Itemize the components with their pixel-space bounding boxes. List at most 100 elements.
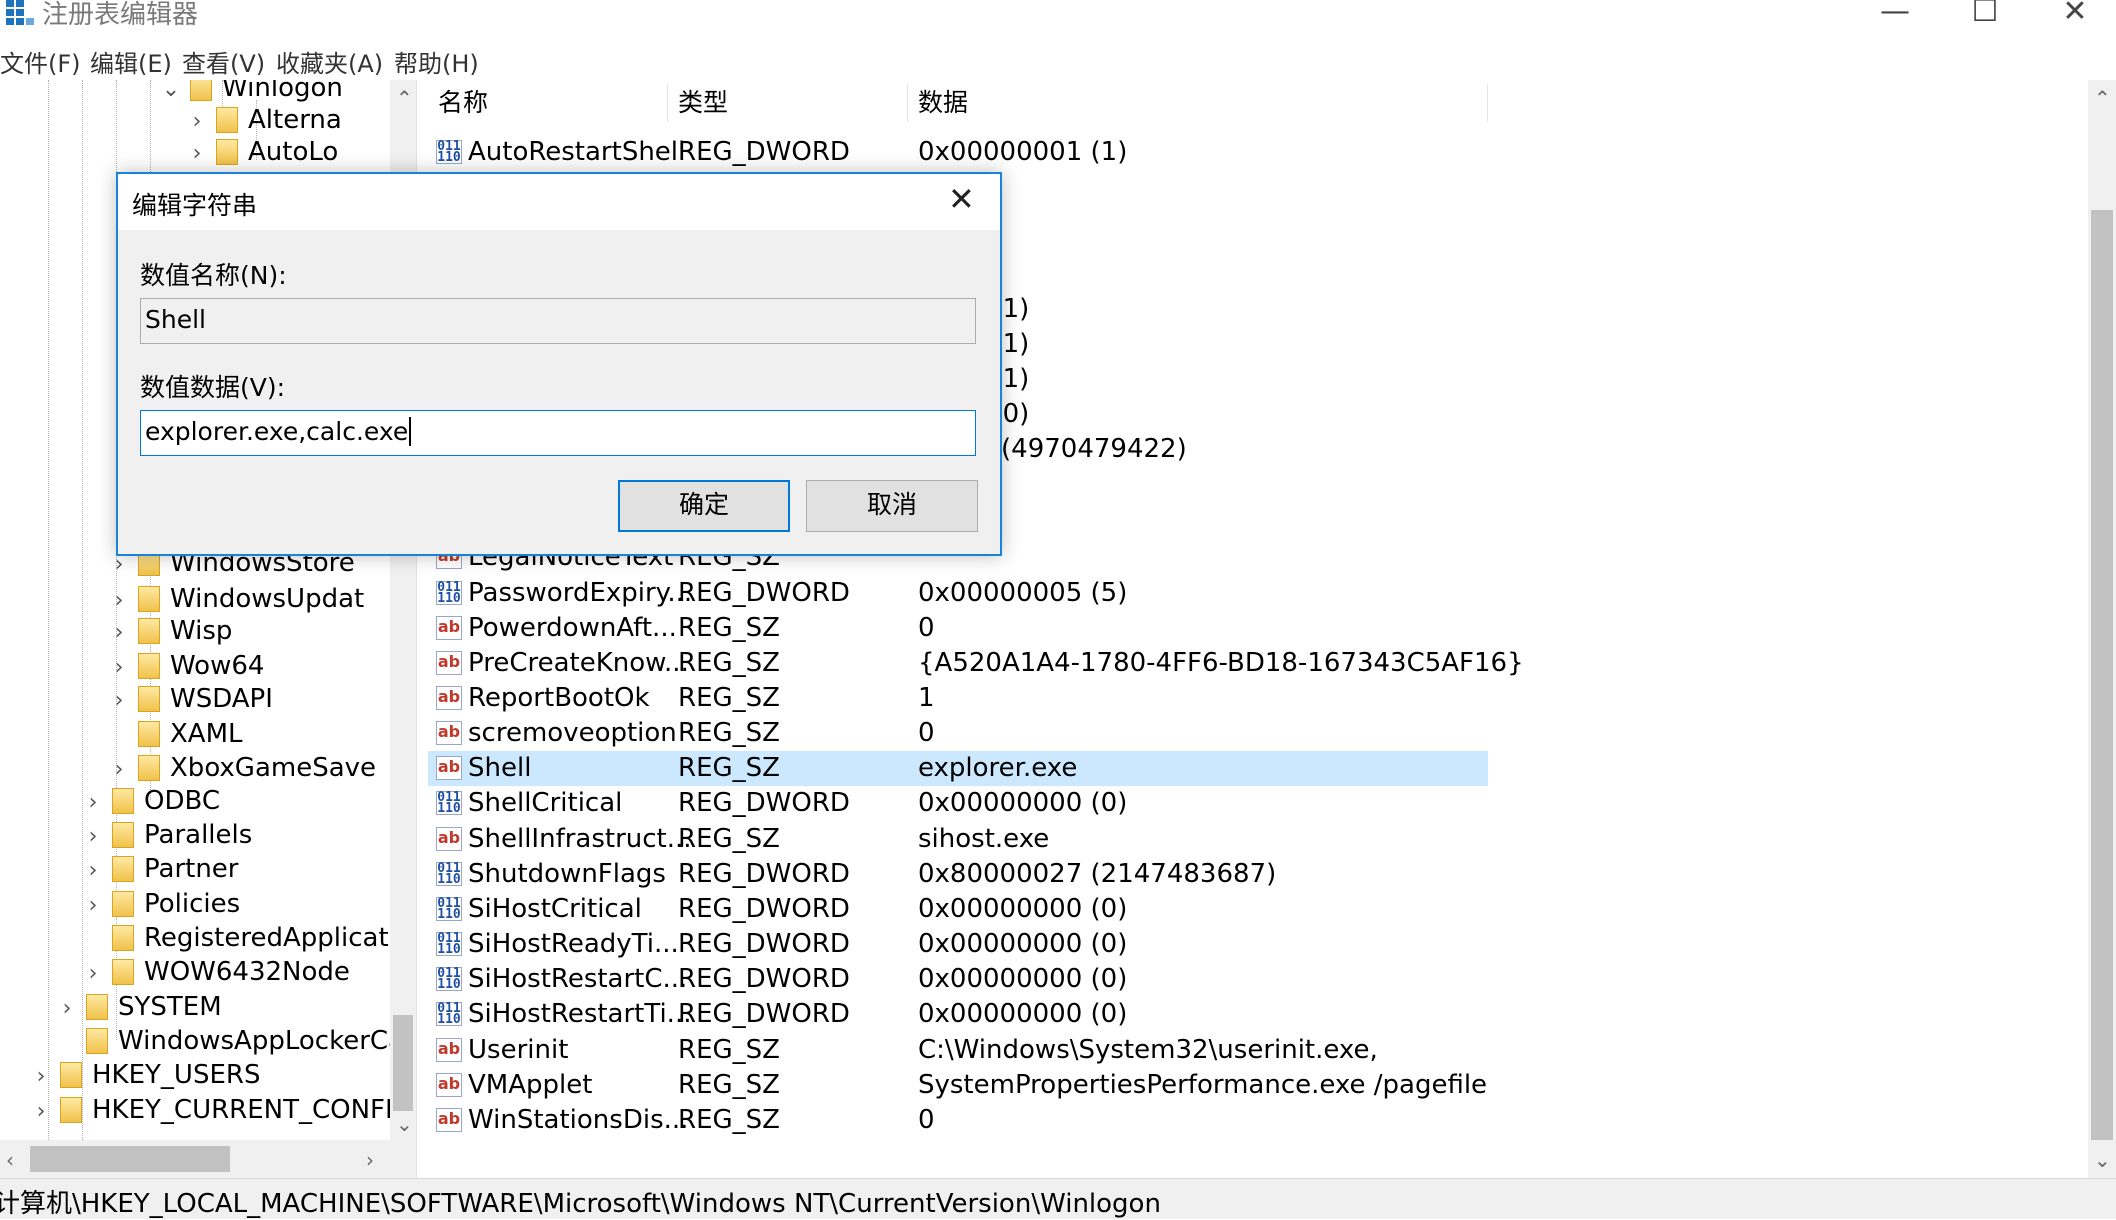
list-item[interactable]: 011 110 ShellCritical REG_DWORD 0x00000000 … (428, 786, 1488, 821)
expand-chevron-icon[interactable]: › (186, 105, 208, 139)
list-item[interactable]: ab scremoveoption REG_SZ 0 (428, 716, 1488, 751)
dialog-close-icon[interactable]: ✕ (948, 180, 975, 218)
tree-scroll-right-icon[interactable]: › (366, 1148, 374, 1172)
list-item[interactable]: ab ShellInfrastruct... REG_SZ sihost.exe (428, 822, 1488, 857)
list-item[interactable]: ab PreCreateKnow... REG_SZ {A520A1A4-1780-4… (428, 646, 1524, 681)
value-data: 0 (918, 613, 935, 643)
tree-scroll-up-icon[interactable]: ⌃ (396, 86, 413, 110)
menu-file[interactable]: 文件(F) (0, 44, 81, 79)
tree-item-label: XboxGameSave (170, 753, 377, 783)
expand-chevron-icon[interactable]: › (108, 684, 130, 718)
value-name-field: Shell (140, 298, 976, 344)
value-name: ReportBootOk (468, 683, 650, 713)
expand-chevron-icon[interactable]: › (82, 786, 104, 820)
list-item[interactable]: ab Userinit REG_SZ C:\Windows\System32\user… (428, 1033, 1488, 1068)
column-header-name[interactable]: 名称 (428, 84, 668, 122)
tree-item[interactable]: › WSDAPI (108, 682, 273, 716)
value-data: 0x00000001 (1) (918, 137, 1128, 167)
list-vertical-scroll-thumb[interactable] (2091, 210, 2113, 1140)
menu-favorites[interactable]: 收藏夹(A) (276, 44, 383, 79)
expand-chevron-icon[interactable]: › (30, 1060, 52, 1094)
list-item[interactable]: ab VMApplet REG_SZ SystemPropertiesPerforma… (428, 1068, 1488, 1103)
value-data: 0x80000027 (2147483687) (918, 859, 1277, 889)
folder-icon (112, 959, 134, 985)
collapse-chevron-icon[interactable]: ⌄ (160, 80, 182, 107)
list-item[interactable]: ab ReportBootOk REG_SZ 1 (428, 681, 1488, 716)
tree-item-label: Policies (144, 889, 241, 919)
list-item[interactable]: ab WinStationsDis... REG_SZ 0 (428, 1103, 1488, 1138)
tree-item[interactable]: › AutoLo (186, 135, 339, 171)
expand-chevron-icon[interactable]: › (82, 820, 104, 854)
reg-sz-icon: ab (436, 1073, 462, 1097)
list-item[interactable]: 011 110 SiHostRestartC... REG_DWORD 0x00000… (428, 962, 1488, 997)
tree-item[interactable]: › HKEY_USERS (30, 1058, 261, 1094)
tree-item[interactable]: › Alterna (186, 103, 342, 137)
expand-chevron-icon[interactable]: › (108, 584, 130, 618)
tree-item[interactable]: › WindowsUpdat (108, 582, 365, 618)
column-header-data[interactable]: 数据 (908, 84, 1488, 122)
expand-chevron-icon[interactable]: › (108, 753, 130, 787)
tree-scroll-down-icon[interactable]: ⌄ (396, 1112, 413, 1136)
list-item[interactable]: 011 110 AutoRestartShell REG_DWORD 0x000000… (428, 135, 1488, 170)
tree-item[interactable]: XAML (108, 717, 243, 751)
tree-scroll-left-icon[interactable]: ‹ (6, 1148, 14, 1172)
tree-vertical-scroll-thumb[interactable] (393, 1015, 413, 1111)
tree-item[interactable]: › Partner (82, 852, 239, 886)
tree-item-label: Wisp (170, 616, 233, 646)
expand-chevron-icon[interactable]: › (82, 854, 104, 888)
tree-item[interactable]: › Wow64 (108, 649, 265, 685)
list-item[interactable]: 011 110 SiHostReadyTi... REG_DWORD 0x000000… (428, 927, 1488, 962)
value-type: REG_DWORD (678, 137, 850, 167)
folder-icon (216, 107, 238, 133)
expand-chevron-icon[interactable]: › (108, 651, 130, 685)
tree-item[interactable]: › ODBC (82, 784, 220, 818)
ok-button[interactable]: 确定 (618, 480, 790, 532)
maximize-button[interactable]: ☐ (1940, 0, 2030, 32)
folder-icon (138, 653, 160, 679)
expand-chevron-icon[interactable]: › (56, 992, 78, 1026)
value-type: REG_DWORD (678, 999, 850, 1029)
value-data: 0 (918, 1105, 935, 1135)
tree-item[interactable]: ⌄ Winlogon (160, 80, 343, 105)
tree-item[interactable]: › Policies (82, 887, 241, 923)
folder-icon (112, 925, 134, 951)
menu-help[interactable]: 帮助(H) (394, 44, 479, 79)
reg-sz-icon: ab (436, 1108, 462, 1132)
list-scroll-up-icon[interactable]: ⌃ (2094, 86, 2111, 110)
expand-chevron-icon[interactable]: › (108, 616, 130, 650)
value-type: REG_SZ (678, 613, 780, 643)
tree-item[interactable]: › HKEY_CURRENT_CONFIG (30, 1093, 413, 1127)
close-window-button[interactable]: ✕ (2030, 0, 2116, 32)
value-name: Userinit (468, 1035, 569, 1065)
menu-edit[interactable]: 编辑(E) (90, 44, 172, 79)
expand-chevron-icon[interactable]: › (82, 957, 104, 991)
tree-item[interactable]: RegisteredApplicat (82, 921, 389, 955)
expand-chevron-icon[interactable]: › (82, 889, 104, 923)
tree-item[interactable]: › WOW6432Node (82, 955, 350, 989)
tree-item[interactable]: › Parallels (82, 818, 253, 854)
tree-horizontal-scroll-thumb[interactable] (30, 1146, 230, 1172)
value-data-input[interactable]: explorer.exe,calc.exe (140, 410, 976, 456)
cancel-button[interactable]: 取消 (806, 480, 978, 532)
list-item[interactable]: 011 110 SiHostCritical REG_DWORD 0x00000000… (428, 892, 1488, 927)
column-header-type[interactable]: 类型 (668, 84, 908, 122)
list-item[interactable]: 011 110 PasswordExpiry... REG_DWORD 0x00000… (428, 576, 1488, 611)
tree-item-label: WindowsAppLockerCa (118, 1026, 404, 1056)
value-type: REG_DWORD (678, 578, 850, 608)
tree-item[interactable]: WindowsAppLockerCa (56, 1024, 404, 1058)
tree-item[interactable]: › Wisp (108, 614, 233, 650)
reg-dword-icon: 011 110 (436, 861, 462, 887)
list-item[interactable]: ab PowerdownAft... REG_SZ 0 (428, 611, 1488, 646)
minimize-button[interactable]: — (1850, 0, 1940, 32)
list-item[interactable]: ab Shell REG_SZ explorer.exe (428, 751, 1488, 786)
expand-chevron-icon[interactable]: › (186, 137, 208, 171)
tree-item[interactable]: › SYSTEM (56, 990, 222, 1024)
tree-item[interactable]: › XboxGameSave (108, 751, 376, 785)
expand-chevron-icon[interactable]: › (30, 1095, 52, 1129)
folder-icon (138, 586, 160, 612)
list-item[interactable]: 011 110 SiHostRestartTi... REG_DWORD 0x0000… (428, 997, 1488, 1032)
list-scroll-down-icon[interactable]: ⌄ (2094, 1148, 2111, 1172)
list-item[interactable]: 011 110 ShutdownFlags REG_DWORD 0x80000027 … (428, 857, 1488, 892)
menu-view[interactable]: 查看(V) (182, 44, 265, 79)
value-data: 0x00000005 (5) (918, 578, 1128, 608)
